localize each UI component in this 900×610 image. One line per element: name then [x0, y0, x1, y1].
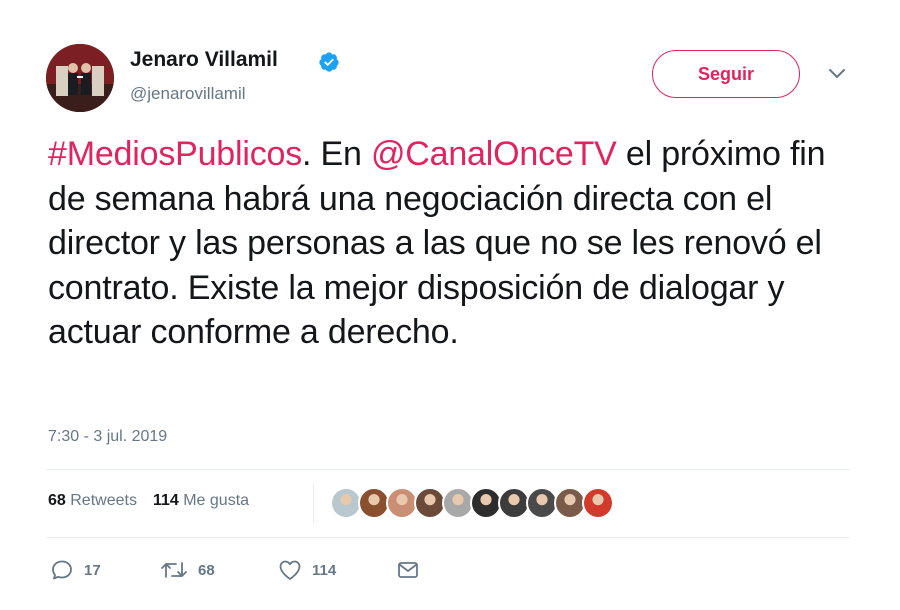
direct-message-button[interactable]: [396, 558, 420, 582]
tweet-stats: 68 Retweets 114 Me gusta: [48, 492, 249, 510]
retweets-label: Retweets: [70, 492, 137, 509]
avatar[interactable]: [46, 44, 114, 112]
divider: [46, 469, 850, 470]
author-name[interactable]: Jenaro Villamil: [130, 48, 278, 72]
like-button[interactable]: 114: [278, 558, 336, 582]
retweet-count: 68: [198, 561, 215, 579]
likes-count: 114: [152, 492, 179, 509]
tweet-text: #MediosPublicos. En @CanalOnceTV el próx…: [48, 132, 848, 355]
likes-stat[interactable]: 114 Me gusta: [153, 492, 249, 510]
stats-separator: [313, 483, 314, 523]
like-count: 114: [312, 561, 337, 579]
retweet-icon: [161, 562, 187, 578]
chevron-down-icon[interactable]: [828, 68, 846, 80]
hashtag-link[interactable]: #MediosPublicos: [48, 135, 302, 173]
likes-label: Me gusta: [183, 492, 250, 509]
tweet-timestamp[interactable]: 7:30 - 3 jul. 2019: [48, 428, 167, 446]
reply-count: 17: [84, 561, 101, 579]
divider: [46, 537, 850, 538]
heart-icon: [279, 560, 301, 580]
retweets-stat[interactable]: 68 Retweets: [48, 492, 137, 510]
retweets-count: 68: [48, 492, 66, 509]
follow-button[interactable]: Seguir: [652, 50, 800, 98]
liker-avatars: [330, 487, 614, 519]
liker-avatar-10[interactable]: [582, 487, 614, 519]
envelope-icon: [398, 562, 418, 578]
retweet-button[interactable]: 68: [160, 558, 215, 582]
author-handle[interactable]: @jenarovillamil: [130, 84, 246, 104]
tweet-text-segment: . En: [302, 135, 371, 173]
reply-button[interactable]: 17: [50, 558, 101, 582]
verified-badge-icon: [319, 52, 339, 72]
reply-icon: [52, 560, 72, 580]
mention-link[interactable]: @CanalOnceTV: [371, 135, 617, 173]
